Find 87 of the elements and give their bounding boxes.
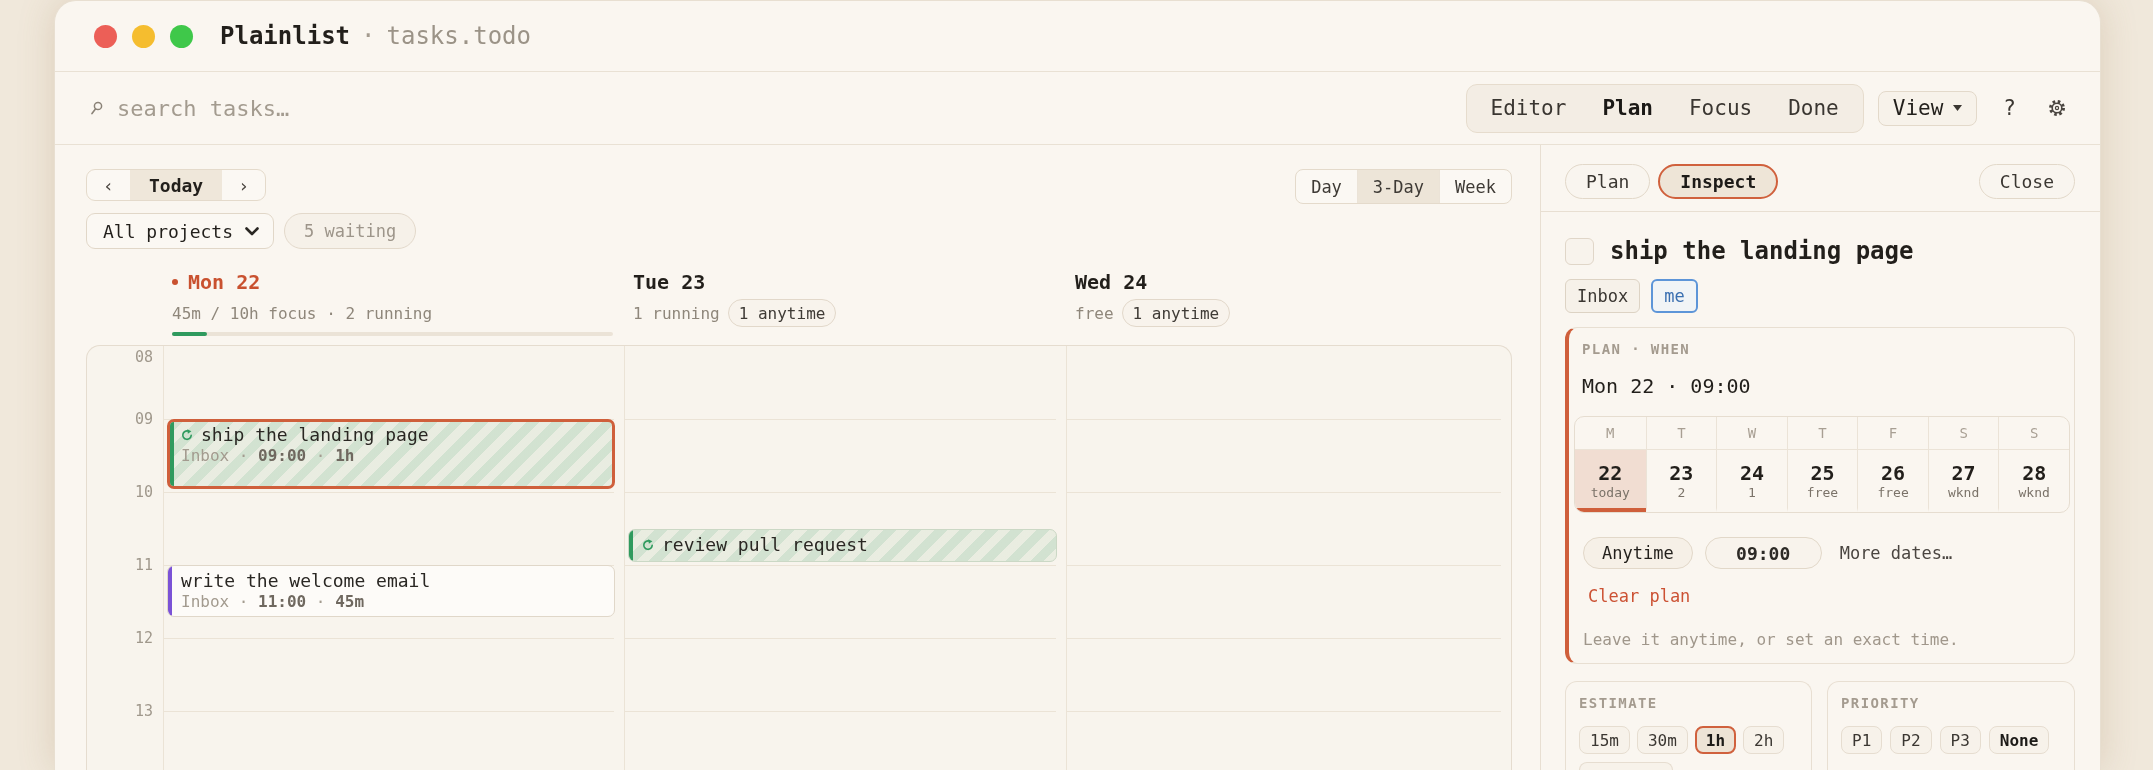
repeat-icon	[642, 538, 654, 551]
hour-label: 08	[134, 348, 153, 366]
hour-label: 13	[134, 702, 153, 720]
next-button[interactable]: ›	[222, 170, 266, 200]
event-title: review pull request	[662, 533, 868, 556]
mode-tab[interactable]: Done	[1770, 84, 1857, 132]
title-separator: ·	[361, 22, 376, 50]
day-title: Wed 24	[1075, 270, 1148, 294]
date-cell[interactable]: 28 wknd	[1998, 450, 2069, 512]
event-meta: Inbox · 11:00 · 45m	[181, 592, 366, 612]
clear-plan-link[interactable]: Clear plan	[1588, 581, 1691, 611]
estimate-option[interactable]: 30m	[1636, 726, 1688, 754]
anytime-badge[interactable]: 1 anytime	[1121, 299, 1231, 327]
weekday-label: T	[1786, 417, 1858, 450]
mode-tab[interactable]: Plan	[1584, 84, 1671, 132]
panel-tab[interactable]: Plan	[1565, 164, 1651, 199]
weekday-label: T	[1645, 417, 1717, 450]
plan-date-time: Mon 22 · 09:00	[1582, 373, 1751, 399]
date-cell[interactable]: 24 1	[1716, 450, 1787, 512]
window-minimize-button[interactable]	[132, 24, 155, 48]
time-field[interactable]: 09:00	[1704, 537, 1822, 569]
priority-option[interactable]: P3	[1939, 726, 1981, 754]
day-title: Tue 23	[633, 270, 706, 294]
weekday-label: W	[1716, 417, 1787, 450]
window-zoom-button[interactable]	[170, 24, 193, 48]
panel-tab[interactable]: Inspect	[1658, 164, 1779, 199]
event-title: write the welcome email	[181, 570, 431, 592]
search-icon	[91, 101, 103, 115]
today-button[interactable]: Today	[130, 170, 223, 200]
assignee-tag[interactable]: me	[1651, 279, 1698, 313]
previous-button[interactable]: ‹	[87, 170, 130, 200]
more-dates-link[interactable]: More dates…	[1839, 543, 1953, 563]
priority-option[interactable]: P2	[1890, 726, 1932, 754]
priority-heading: PRIORITY	[1841, 694, 1921, 712]
estimate-option[interactable]	[1579, 762, 1673, 770]
hour-label: 11	[134, 556, 153, 574]
file-name: tasks.todo	[386, 22, 531, 50]
day-title: Mon 22	[188, 270, 261, 294]
day-summary: 1 running	[633, 303, 720, 323]
settings-icon[interactable]	[2048, 99, 2066, 117]
anytime-button[interactable]: Anytime	[1583, 537, 1693, 569]
task-checkbox[interactable]	[1565, 237, 1594, 265]
calendar-event[interactable]: write the welcome email Inbox · 11:00 · 45m	[167, 565, 615, 617]
app-title: Plainlist	[220, 22, 351, 50]
close-button[interactable]: Close	[1978, 164, 2075, 199]
day-summary: free	[1075, 303, 1114, 323]
range-tab[interactable]: Day	[1296, 170, 1357, 203]
weekday-label: S	[1927, 417, 1999, 450]
estimate-option[interactable]: 2h	[1743, 726, 1785, 754]
date-cell[interactable]: 22 today	[1575, 450, 1646, 512]
weekday-label: F	[1857, 417, 1928, 450]
hour-label: 09	[134, 410, 153, 428]
hour-label: 10	[134, 483, 153, 501]
estimate-heading: ESTIMATE	[1579, 694, 1659, 712]
event-meta: Inbox · 09:00 · 1h	[181, 446, 356, 466]
project-select[interactable]: All projects	[86, 213, 275, 249]
date-cell[interactable]: 27 wknd	[1927, 450, 1999, 512]
date-cell[interactable]: 26 free	[1857, 450, 1928, 512]
weekday-label: S	[1998, 417, 2069, 450]
estimate-option[interactable]: 15m	[1579, 726, 1630, 754]
calendar-event[interactable]: ship the landing page Inbox · 09:00 · 1h	[167, 419, 615, 489]
window-close-button[interactable]	[94, 24, 117, 48]
anytime-badge[interactable]: 1 anytime	[727, 299, 837, 327]
project-tag[interactable]: Inbox	[1565, 279, 1641, 313]
chevron-down-icon	[245, 226, 260, 236]
estimate-option[interactable]: 1h	[1694, 726, 1737, 754]
range-tab[interactable]: 3-Day	[1356, 170, 1440, 203]
plan-heading: PLAN · WHEN	[1582, 340, 1691, 358]
range-tab[interactable]: Week	[1439, 170, 1511, 203]
event-title: ship the landing page	[201, 424, 429, 446]
search-field[interactable]: search tasks…	[117, 93, 537, 123]
hour-label: 12	[134, 629, 153, 647]
help-button[interactable]: ?	[2003, 96, 2016, 120]
mode-tab[interactable]: Editor	[1472, 84, 1585, 132]
view-menu-button[interactable]: View	[1877, 90, 1978, 126]
priority-option[interactable]: P1	[1841, 726, 1883, 754]
calendar-event[interactable]: review pull request	[628, 528, 1057, 562]
task-title: ship the landing page	[1610, 237, 1914, 265]
repeat-icon	[181, 429, 193, 441]
plan-hint: Leave it anytime, or set an exact time.	[1583, 631, 1959, 649]
caret-icon	[1953, 105, 1963, 111]
date-cell[interactable]: 23 2	[1645, 450, 1717, 512]
priority-option[interactable]: None	[1988, 726, 2050, 754]
mode-tab[interactable]: Focus	[1670, 84, 1771, 132]
day-summary: 45m / 10h focus · 2 running	[172, 303, 433, 323]
date-cell[interactable]: 25 free	[1786, 450, 1858, 512]
today-dot-icon	[172, 279, 178, 285]
